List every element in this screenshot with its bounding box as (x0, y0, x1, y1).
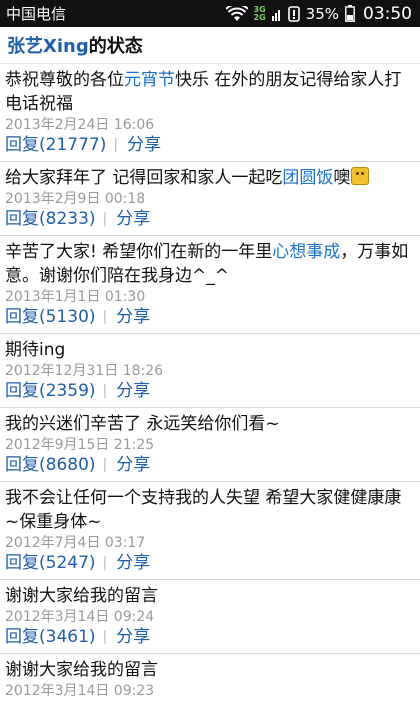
post-actions: 回复(5130) | 分享 (5, 306, 414, 328)
post-text-part: 辛苦了大家! 希望你们在新的一年里 (5, 242, 273, 262)
status-post: 我不会让任何一个支持我的人失望 希望大家健健康康~保重身体~ 2012年7月4日… (0, 482, 420, 580)
share-link[interactable]: 分享 (116, 208, 150, 230)
action-divider: | (102, 211, 108, 227)
carrier-name: 中国电信 (6, 5, 67, 23)
status-left: 中国电信 (6, 3, 66, 24)
action-divider: | (102, 383, 108, 399)
action-divider: | (113, 137, 119, 153)
post-text-part: 恭祝尊敬的各位 (5, 70, 124, 90)
status-post: 给大家拜年了 记得回家和家人一起吃团圆饭噢 2013年2月9日 00:18 回复… (0, 162, 420, 236)
network-type-indicator: 3G 2G (253, 5, 266, 22)
action-divider: | (102, 457, 108, 473)
share-link[interactable]: 分享 (116, 552, 150, 574)
post-actions: 回复(3461) | 分享 (5, 626, 414, 648)
post-text: 给大家拜年了 记得回家和家人一起吃团圆饭噢 (5, 166, 414, 190)
post-text: 辛苦了大家! 希望你们在新的一年里心想事成，万事如意。谢谢你们陪在我身边^_^ (5, 240, 414, 288)
reply-link[interactable]: 回复(5130) (5, 306, 96, 328)
wifi-icon (225, 5, 248, 22)
page-title-suffix: 的状态 (88, 36, 143, 57)
post-text-part: 噢 (333, 168, 351, 188)
status-post: 谢谢大家给我的留言 2012年3月14日 09:24 回复(3461) | 分享 (0, 580, 420, 654)
post-actions: 回复(8233) | 分享 (5, 208, 414, 230)
signal-icon (271, 6, 282, 21)
post-text: 我不会让任何一个支持我的人失望 希望大家健健康康~保重身体~ (5, 488, 402, 532)
post-time: 2013年1月1日 01:30 (5, 289, 146, 305)
post-time: 2013年2月24日 16:06 (5, 117, 155, 133)
status-clock: 03:50 (363, 3, 412, 24)
battery-percent: 35% (305, 4, 339, 23)
reply-link[interactable]: 回复(2359) (5, 380, 96, 402)
status-post: 辛苦了大家! 希望你们在新的一年里心想事成，万事如意。谢谢你们陪在我身边^_^ … (0, 236, 420, 334)
share-link[interactable]: 分享 (116, 454, 150, 476)
post-actions: 回复(5247) | 分享 (5, 552, 414, 574)
reply-link[interactable]: 回复(8680) (5, 454, 96, 476)
post-text: 谢谢大家给我的留言 (5, 586, 158, 606)
post-text: 我的兴迷们辛苦了 永远笑给你们看~ (5, 414, 280, 434)
notification-icon (287, 5, 300, 22)
reply-link[interactable]: 回复(3461) (5, 626, 96, 648)
post-actions: 回复(8680) | 分享 (5, 454, 414, 476)
share-link[interactable]: 分享 (116, 626, 150, 648)
topic-link[interactable]: 心想事成 (272, 242, 340, 262)
status-post: 我的兴迷们辛苦了 永远笑给你们看~ 2012年9月15日 21:25 回复(86… (0, 408, 420, 482)
topic-link[interactable]: 元宵节 (124, 70, 175, 90)
share-link[interactable]: 分享 (116, 306, 150, 328)
page-title: 张艺Xing 的状态 (0, 27, 420, 64)
reply-link[interactable]: 回复(21777) (5, 134, 106, 156)
topic-link[interactable]: 团圆饭 (282, 168, 333, 188)
emoji-icon (351, 167, 370, 185)
battery-icon (345, 5, 355, 22)
network-bottom-label: 2G (253, 12, 266, 22)
action-divider: | (102, 309, 108, 325)
status-post: 期待ing 2012年12月31日 18:26 回复(2359) | 分享 (0, 334, 420, 408)
post-text: 谢谢大家给我的留言 (5, 660, 158, 680)
post-text: 恭祝尊敬的各位元宵节快乐 在外的朋友记得给家人打电话祝福 (5, 68, 414, 116)
post-actions: 回复(2359) | 分享 (5, 380, 414, 402)
share-link[interactable]: 分享 (127, 134, 161, 156)
reply-link[interactable]: 回复(8233) (5, 208, 96, 230)
profile-name-link[interactable]: 张艺Xing (7, 32, 89, 58)
post-time: 2012年3月14日 09:24 (5, 609, 155, 625)
post-time: 2012年9月15日 21:25 (5, 437, 155, 453)
share-link[interactable]: 分享 (116, 380, 150, 402)
reply-link[interactable]: 回复(5247) (5, 552, 96, 574)
status-bar: 中国电信 3G 2G 35% 03:50 (0, 0, 420, 27)
action-divider: | (102, 555, 108, 571)
post-time: 2012年3月14日 09:23 (5, 683, 155, 699)
status-right: 3G 2G 35% 03:50 (225, 3, 412, 24)
post-text-part: 给大家拜年了 记得回家和家人一起吃 (5, 168, 283, 188)
post-time: 2013年2月9日 00:18 (5, 191, 146, 207)
post-actions: 回复(21777) | 分享 (5, 134, 414, 156)
post-time: 2012年12月31日 18:26 (5, 363, 164, 379)
post-text: 期待ing (5, 340, 66, 360)
action-divider: | (102, 629, 108, 645)
post-time: 2012年7月4日 03:17 (5, 535, 146, 551)
status-post: 恭祝尊敬的各位元宵节快乐 在外的朋友记得给家人打电话祝福 2013年2月24日 … (0, 64, 420, 162)
status-post: 谢谢大家给我的留言 2012年3月14日 09:23 (0, 654, 420, 705)
